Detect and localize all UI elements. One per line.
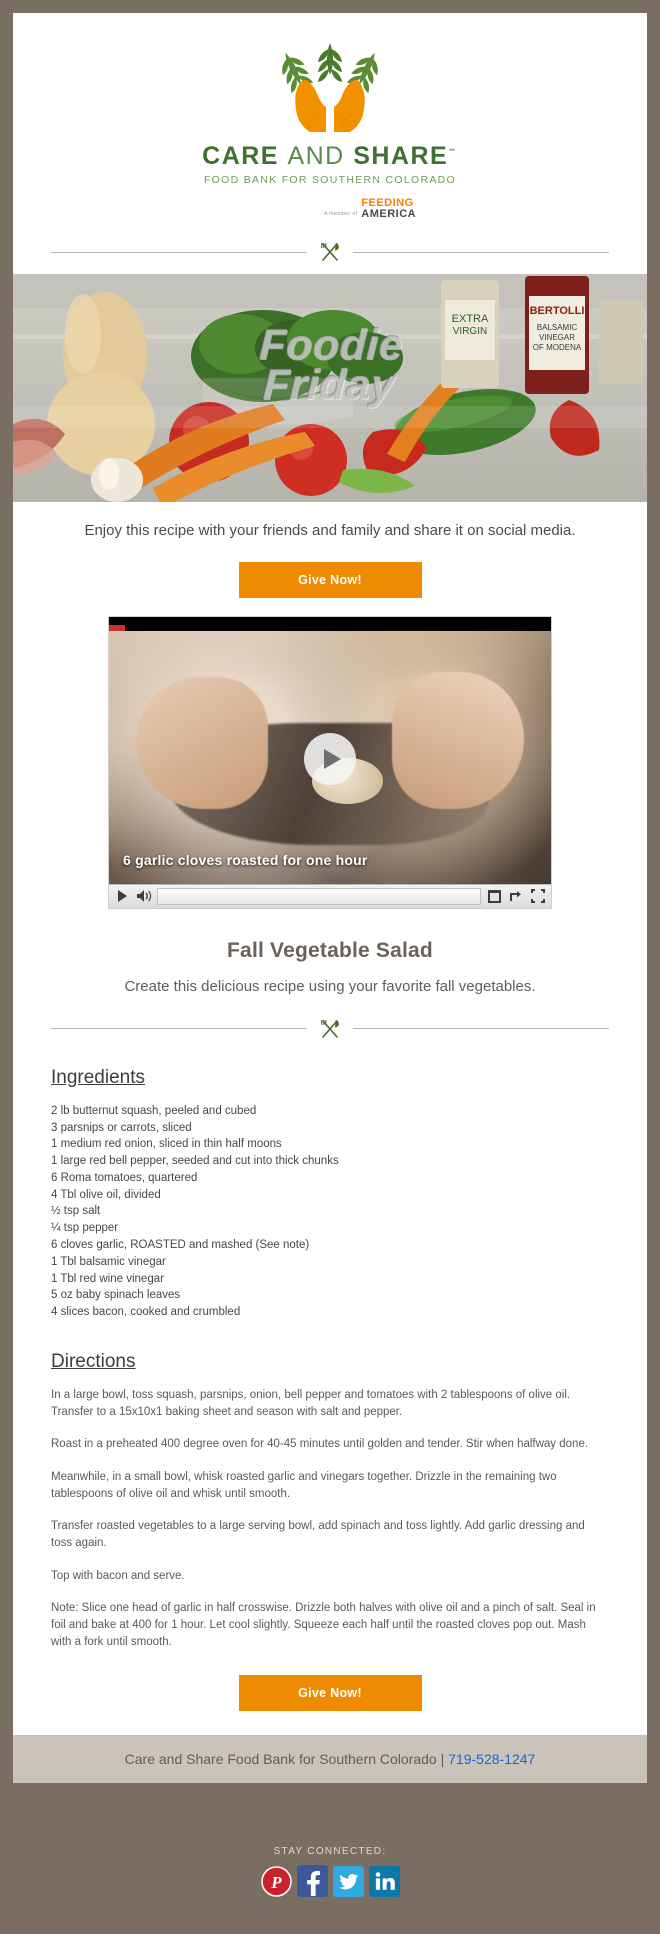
video-caption: 6 garlic cloves roasted for one hour <box>123 851 368 868</box>
wheat-and-hands-icon <box>230 35 430 140</box>
divider-line-left-2 <box>51 1028 307 1030</box>
list-item: 1 medium red onion, sliced in thin half … <box>51 1138 282 1151</box>
cta-top-row: Give Now! <box>13 548 647 608</box>
footer-org-name: Care and Share Food Bank for Southern Co… <box>124 1750 437 1767</box>
list-item: 1 large red bell pepper, seeded and cut … <box>51 1155 339 1168</box>
svg-text:EXTRA: EXTRA <box>452 313 489 325</box>
list-item: ¼ tsp pepper <box>51 1222 119 1235</box>
america-label: AMERICA <box>361 208 417 220</box>
brand-wordmark: CARE AND SHARE℠ <box>202 142 458 171</box>
video-controls[interactable] <box>109 883 551 908</box>
fork-knife-icon-2 <box>307 1019 353 1039</box>
email-header: CARE AND SHARE℠ FOOD BANK FOR SOUTHERN C… <box>13 13 647 226</box>
divider-line-right <box>353 251 609 253</box>
recipe-subtitle: Create this delicious recipe using your … <box>124 977 536 995</box>
left-hand-shape <box>135 676 269 810</box>
recipe-body: Ingredients 2 lb butternut squash, peele… <box>13 1047 647 1652</box>
volume-icon[interactable] <box>135 887 153 905</box>
video-progress-bar[interactable] <box>157 887 481 905</box>
brand-word-share: SHARE <box>353 142 449 170</box>
fork-knife-icon <box>307 242 353 262</box>
email-page: CARE AND SHARE℠ FOOD BANK FOR SOUTHERN C… <box>0 0 660 1934</box>
direction-step: Meanwhile, in a small bowl, whisk roaste… <box>51 1470 557 1500</box>
direction-step: Transfer roasted vegetables to a large s… <box>51 1520 585 1550</box>
brand-word-care: CARE <box>202 142 279 170</box>
facebook-icon[interactable] <box>296 1865 328 1897</box>
direction-step: Top with bacon and serve. <box>51 1569 185 1582</box>
email-body: CARE AND SHARE℠ FOOD BANK FOR SOUTHERN C… <box>13 13 647 1783</box>
brand-tagline: FOOD BANK FOR SOUTHERN COLORADO <box>203 174 457 186</box>
foodie-friday-banner: EXTRA VIRGIN BERTOLLI BALSAMIC VINEGAR O… <box>13 274 647 502</box>
footer-contact-bar: Care and Share Food Bank for Southern Co… <box>13 1734 647 1783</box>
popout-icon[interactable] <box>485 887 503 905</box>
list-item: 6 Roma tomatoes, quartered <box>51 1171 198 1184</box>
video-section: 6 garlic cloves roasted for one hour <box>13 608 647 919</box>
list-item: 4 slices bacon, cooked and crumbled <box>51 1306 241 1319</box>
right-hand-shape <box>391 671 525 810</box>
list-item: 4 Tbl olive oil, divided <box>51 1188 161 1201</box>
svg-text:BERTOLLI: BERTOLLI <box>530 305 585 317</box>
banner-title-line2: Friday <box>261 360 397 409</box>
twitter-icon[interactable] <box>332 1866 364 1897</box>
feeding-america-wordmark: FEEDING AMERICA <box>361 198 416 220</box>
linkedin-icon[interactable] <box>368 1866 400 1897</box>
social-icon-row: P <box>0 1865 660 1897</box>
play-overlay-button[interactable] <box>304 733 356 786</box>
share-icon[interactable] <box>507 887 525 905</box>
utensil-divider-top <box>13 226 647 274</box>
member-of-label: A member of <box>323 211 358 217</box>
feeding-america-logo[interactable]: A member of FEEDING AMERICA <box>202 198 458 220</box>
list-item: 3 parsnips or carrots, sliced <box>51 1121 192 1134</box>
give-now-button-bottom[interactable]: Give Now! <box>238 1674 422 1711</box>
list-item: 1 Tbl red wine vinegar <box>51 1272 164 1285</box>
divider-line-left <box>51 251 307 253</box>
care-and-share-logo[interactable]: CARE AND SHARE℠ FOOD BANK FOR SOUTHERN C… <box>202 35 458 220</box>
brand-trademark: ℠ <box>448 147 458 157</box>
fullscreen-icon[interactable] <box>529 887 547 905</box>
direction-note: Note: Slice one head of garlic in half c… <box>51 1601 596 1649</box>
footer-separator: | <box>440 1750 445 1767</box>
list-item: ½ tsp salt <box>51 1205 101 1218</box>
directions-heading: Directions <box>51 1350 136 1372</box>
divider-line-right-2 <box>353 1028 609 1030</box>
svg-text:P: P <box>270 1873 282 1892</box>
list-item: 2 lb butternut squash, peeled and cubed <box>51 1104 257 1117</box>
give-now-button-top[interactable]: Give Now! <box>238 561 422 598</box>
play-icon[interactable] <box>113 887 131 905</box>
stay-connected-label: STAY CONNECTED: <box>273 1846 387 1857</box>
list-item: 5 oz baby spinach leaves <box>51 1289 181 1302</box>
social-footer: STAY CONNECTED: P <box>0 1824 660 1934</box>
cta-bottom-row: Give Now! <box>13 1667 647 1735</box>
pinterest-icon[interactable]: P <box>260 1866 292 1897</box>
recipe-title: Fall Vegetable Salad <box>227 938 433 962</box>
utensil-divider-bottom <box>13 995 647 1047</box>
directions-list: In a large bowl, toss squash, parsnips, … <box>51 1387 609 1652</box>
banner-title: Foodie Friday <box>13 321 647 409</box>
direction-step: Roast in a preheated 400 degree oven for… <box>51 1438 589 1451</box>
intro-text: Enjoy this recipe with your friends and … <box>84 522 576 539</box>
footer-phone-link[interactable]: 719-528-1247 <box>448 1751 535 1767</box>
video-top-bar <box>109 616 551 631</box>
stay-connected-block: STAY CONNECTED: P <box>0 1824 660 1897</box>
list-item: 1 Tbl balsamic vinegar <box>51 1255 166 1268</box>
ingredients-heading: Ingredients <box>51 1066 146 1088</box>
banner-title-line1: Foodie <box>257 321 405 369</box>
list-item: 6 cloves garlic, ROASTED and mashed (See… <box>51 1239 310 1251</box>
brand-word-and: AND <box>287 142 345 170</box>
video-player[interactable]: 6 garlic cloves roasted for one hour <box>108 615 552 909</box>
ingredients-list: 2 lb butternut squash, peeled and cubed … <box>51 1103 609 1321</box>
direction-step: In a large bowl, toss squash, parsnips, … <box>51 1388 571 1419</box>
